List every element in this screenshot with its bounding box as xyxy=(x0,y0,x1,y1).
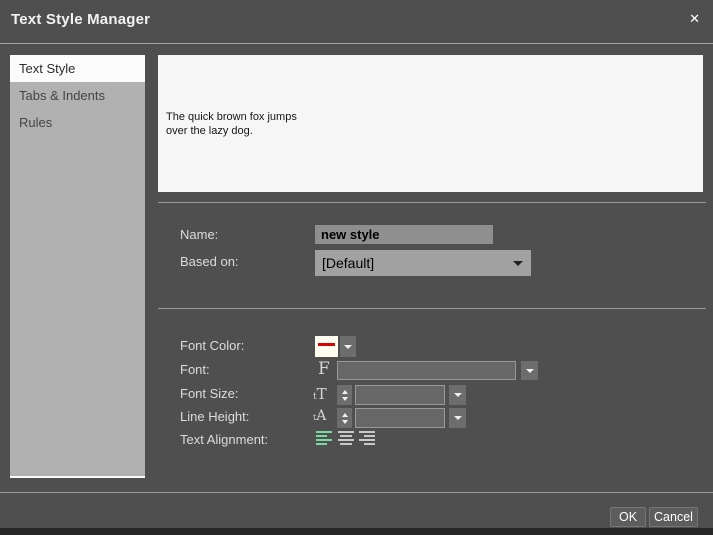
font-input[interactable] xyxy=(338,362,515,380)
font-dropdown-button[interactable] xyxy=(521,361,538,380)
font-color-swatch[interactable] xyxy=(315,336,338,357)
line-height-input[interactable] xyxy=(356,409,444,427)
stepper-up-icon xyxy=(341,412,348,417)
sidebar: Text Style Tabs & Indents Rules xyxy=(10,55,145,478)
sidebar-item-tabs-indents[interactable]: Tabs & Indents xyxy=(10,82,145,109)
font-size-label: Font Size: xyxy=(180,386,239,401)
title-bar: Text Style Manager ✕ xyxy=(0,0,713,44)
sidebar-item-text-style[interactable]: Text Style xyxy=(10,55,145,82)
font-size-dropdown-button[interactable] xyxy=(449,385,466,405)
font-size-input[interactable] xyxy=(356,386,444,404)
font-color-label: Font Color: xyxy=(180,338,245,353)
dialog-title: Text Style Manager xyxy=(11,11,151,28)
preview-line-1: The quick brown fox jumps xyxy=(166,111,297,123)
stepper-down-icon xyxy=(341,396,348,401)
text-style-manager-dialog: Text Style Manager ✕ Text Style Tabs & I… xyxy=(0,0,713,535)
separator xyxy=(158,202,706,203)
text-alignment-label: Text Alignment: xyxy=(180,432,269,447)
chevron-down-icon xyxy=(513,261,523,266)
line-height-field-wrap xyxy=(355,408,445,428)
style-name-input[interactable] xyxy=(315,225,493,244)
preview-line-2: over the lazy dog. xyxy=(166,125,253,137)
style-preview-panel: The quick brown fox jumps over the lazy … xyxy=(158,55,703,192)
close-icon[interactable]: ✕ xyxy=(689,11,700,27)
line-height-icon: tA xyxy=(313,408,327,424)
preview-sample-text: The quick brown fox jumps over the lazy … xyxy=(166,110,297,138)
chevron-down-icon xyxy=(453,393,462,397)
separator xyxy=(0,492,713,493)
line-height-label: Line Height: xyxy=(180,409,250,424)
font-label: Font: xyxy=(180,362,210,377)
font-icon: F xyxy=(318,359,330,379)
line-height-stepper[interactable] xyxy=(337,408,352,428)
chevron-down-icon xyxy=(453,416,462,420)
font-field-wrap xyxy=(337,361,516,380)
chevron-down-icon xyxy=(525,368,534,373)
ok-button[interactable]: OK xyxy=(610,507,646,527)
line-height-dropdown-button[interactable] xyxy=(449,408,466,428)
cancel-button[interactable]: Cancel xyxy=(649,507,698,527)
font-color-sample xyxy=(318,343,335,346)
window-bottom-edge xyxy=(0,528,713,535)
font-color-dropdown-button[interactable] xyxy=(340,336,356,357)
sidebar-item-rules[interactable]: Rules xyxy=(10,109,145,136)
font-size-stepper[interactable] xyxy=(337,385,352,405)
name-label: Name: xyxy=(180,227,219,242)
based-on-dropdown[interactable]: [Default] xyxy=(315,250,531,276)
align-center-icon[interactable] xyxy=(338,431,354,446)
stepper-down-icon xyxy=(341,419,348,424)
separator xyxy=(158,308,706,309)
stepper-up-icon xyxy=(341,389,348,394)
font-size-field-wrap xyxy=(355,385,445,405)
align-right-icon[interactable] xyxy=(359,431,375,446)
align-left-icon[interactable] xyxy=(316,431,332,446)
based-on-value: [Default] xyxy=(322,255,375,271)
based-on-label: Based on: xyxy=(180,254,239,269)
chevron-down-icon xyxy=(344,344,352,349)
font-size-icon: tT xyxy=(313,385,327,403)
